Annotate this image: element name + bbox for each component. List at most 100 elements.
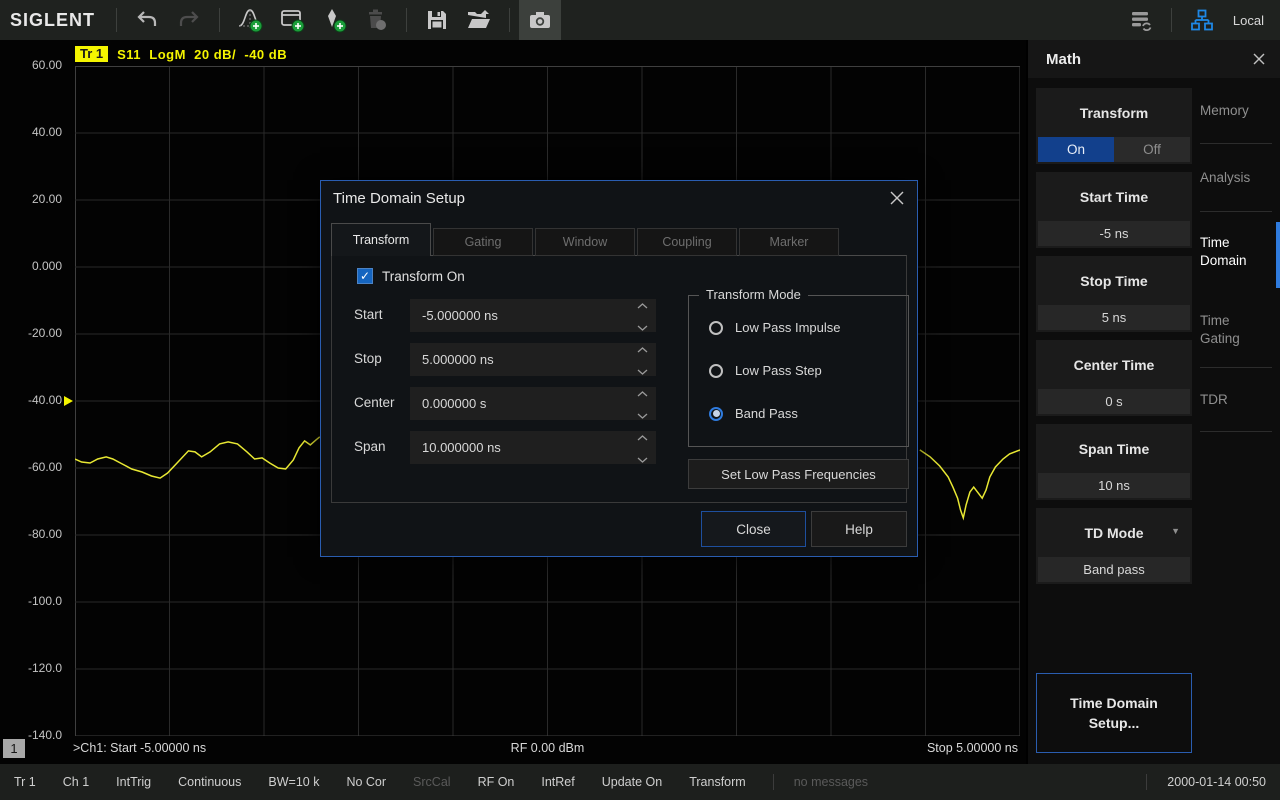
control-value[interactable]: Band pass [1038, 557, 1190, 582]
radio-low-pass-step[interactable]: Low Pass Step [709, 363, 822, 378]
radio-label: Low Pass Impulse [735, 320, 841, 335]
sidebar-close-button[interactable] [1252, 52, 1266, 66]
control-start-time[interactable]: Start Time-5 ns [1036, 172, 1192, 248]
dropdown-arrow-icon: ▼ [1171, 526, 1180, 536]
active-menu-indicator [1276, 222, 1280, 288]
toggle-on-button[interactable]: On [1038, 137, 1114, 162]
radio-label: Band Pass [735, 406, 798, 421]
toggle-off-button[interactable]: Off [1114, 137, 1190, 162]
tab-transform[interactable]: Transform [331, 223, 431, 256]
control-value[interactable]: 5 ns [1038, 305, 1190, 330]
radio-button-icon[interactable] [709, 364, 723, 378]
toolbar: SIGLENT [0, 0, 1280, 40]
redo-button[interactable] [168, 0, 210, 40]
tab-window[interactable]: Window [535, 228, 635, 256]
control-value[interactable]: 10 ns [1038, 473, 1190, 498]
control-label: Start Time [1036, 172, 1192, 221]
add-window-button[interactable] [271, 0, 313, 40]
center-input[interactable]: 0.000000 s [410, 387, 656, 420]
radio-button-icon[interactable] [709, 407, 723, 421]
trace-badge[interactable]: Tr 1 [75, 46, 108, 62]
add-window-icon [278, 6, 306, 34]
status-bar: Tr 1Ch 1IntTrigContinuousBW=10 kNo CorSr… [0, 764, 1280, 800]
span-input[interactable]: 10.000000 ns [410, 431, 656, 464]
checkbox-label: Transform On [382, 269, 465, 284]
dialog-close-button[interactable] [889, 190, 905, 206]
checkbox-checked-icon[interactable]: ✓ [357, 268, 373, 284]
transform-tab-pane: ✓ Transform On Start -5.000000 ns Stop5.00… [331, 255, 907, 503]
control-value[interactable]: -5 ns [1038, 221, 1190, 246]
tab-gating[interactable]: Gating [433, 228, 533, 256]
toolbar-separator [219, 8, 220, 32]
vna-application: SIGLENT [0, 0, 1280, 800]
toolbar-separator [509, 8, 510, 32]
control-center-time[interactable]: Center Time0 s [1036, 340, 1192, 416]
control-span-time[interactable]: Span Time10 ns [1036, 424, 1192, 500]
spin-down-icon[interactable] [637, 450, 648, 468]
menu-item-time-gating[interactable]: Time Gating [1200, 292, 1272, 368]
set-low-pass-frequencies-button[interactable]: Set Low Pass Frequencies [688, 459, 909, 489]
control-label: TD Mode▼ [1036, 508, 1192, 557]
sidebar-menu: MemoryAnalysisTime DomainTime GatingTDR [1200, 78, 1272, 432]
chart-footer: 1 >Ch1: Start -5.00000 ns RF 0.00 dBm St… [0, 738, 1026, 762]
help-button[interactable]: Help [811, 511, 907, 547]
close-icon [889, 190, 905, 206]
time-domain-setup-button[interactable]: Time Domain Setup... [1036, 673, 1192, 753]
spin-down-icon[interactable] [637, 406, 648, 424]
trace-line [920, 450, 1020, 518]
spin-up-icon[interactable] [637, 428, 648, 446]
control-transform[interactable]: TransformOnOff [1036, 88, 1192, 164]
control-td-mode[interactable]: TD Mode▼Band pass [1036, 508, 1192, 584]
control-label: Transform [1036, 88, 1192, 137]
delete-button[interactable] [355, 0, 397, 40]
status-items: Tr 1Ch 1IntTrigContinuousBW=10 kNo CorSr… [14, 775, 773, 789]
status-item-no-cor: No Cor [346, 775, 386, 789]
status-separator [1146, 774, 1147, 790]
tab-coupling[interactable]: Coupling [637, 228, 737, 256]
field-label: Start [354, 307, 383, 322]
menu-item-memory[interactable]: Memory [1200, 78, 1272, 144]
spinner-buttons [637, 296, 656, 336]
stop-input[interactable]: 5.000000 ns [410, 343, 656, 376]
radio-low-pass-impulse[interactable]: Low Pass Impulse [709, 320, 841, 335]
menu-item-tdr[interactable]: TDR [1200, 368, 1272, 432]
radio-band-pass[interactable]: Band Pass [709, 406, 798, 421]
status-separator [773, 774, 774, 790]
dialog-titlebar[interactable]: Time Domain Setup [321, 181, 917, 215]
transform-on-checkbox-row[interactable]: ✓ Transform On [357, 268, 465, 284]
add-marker-button[interactable] [313, 0, 355, 40]
spinner-buttons [637, 428, 656, 468]
time-domain-setup-dialog: Time Domain Setup TransformGatingWindowC… [320, 180, 918, 557]
start-input[interactable]: -5.000000 ns [410, 299, 656, 332]
spin-down-icon[interactable] [637, 362, 648, 380]
spin-down-icon[interactable] [637, 318, 648, 336]
undo-icon [134, 7, 160, 33]
save-button[interactable] [416, 0, 458, 40]
tab-marker[interactable]: Marker [739, 228, 839, 256]
spin-up-icon[interactable] [637, 340, 648, 358]
control-stop-time[interactable]: Stop Time5 ns [1036, 256, 1192, 332]
control-label: Span Time [1036, 424, 1192, 473]
open-button[interactable] [458, 0, 500, 40]
transform-mode-group: Transform Mode Low Pass ImpulseLow Pass … [688, 295, 909, 447]
toolbar-separator [1171, 8, 1172, 32]
screenshot-button[interactable] [519, 0, 561, 40]
status-item-continuous: Continuous [178, 775, 241, 789]
control-value[interactable]: 0 s [1038, 389, 1190, 414]
undo-button[interactable] [126, 0, 168, 40]
close-button[interactable]: Close [701, 511, 806, 547]
menu-item-time-domain[interactable]: Time Domain [1200, 212, 1272, 292]
add-trace-button[interactable] [229, 0, 271, 40]
trace-info: S11 LogM 20 dB/ -40 dB [117, 47, 287, 62]
task-queue-button[interactable] [1120, 0, 1162, 40]
reference-level-marker[interactable] [64, 396, 73, 406]
sidebar-title: Math [1046, 51, 1252, 68]
spin-up-icon[interactable] [637, 296, 648, 314]
network-status-button[interactable] [1181, 0, 1223, 40]
menu-item-analysis[interactable]: Analysis [1200, 144, 1272, 212]
spin-up-icon[interactable] [637, 384, 648, 402]
status-item-update-on: Update On [602, 775, 662, 789]
field-row-stop: Stop5.000000 ns [344, 343, 674, 376]
radio-button-icon[interactable] [709, 321, 723, 335]
sweep-stop-label: Stop 5.00000 ns [927, 741, 1018, 755]
